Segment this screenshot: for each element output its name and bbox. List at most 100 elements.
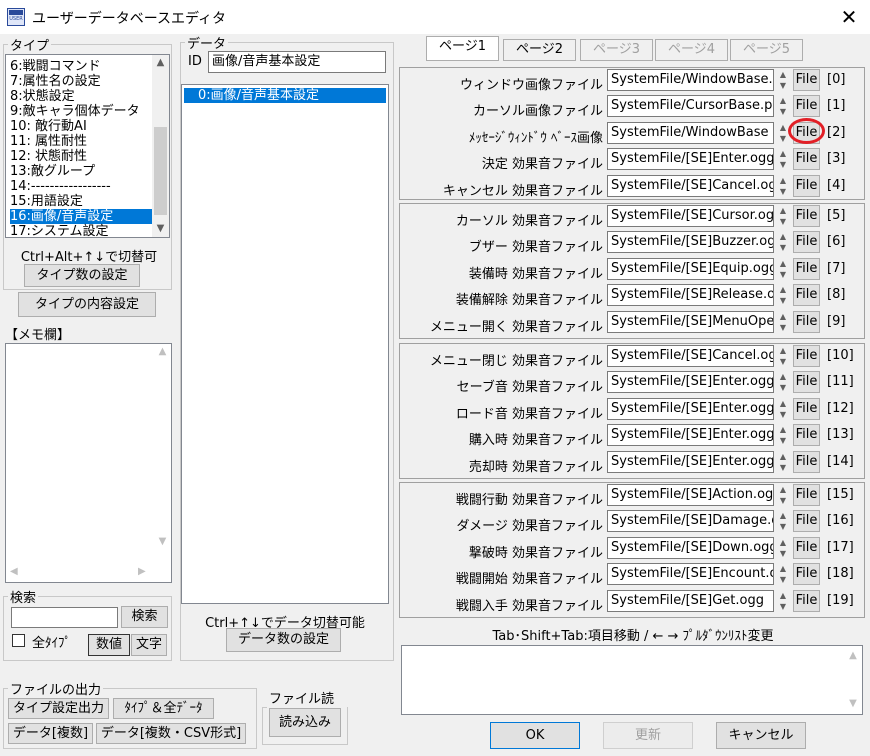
file-browse-button[interactable]: File: [793, 371, 820, 394]
file-browse-button[interactable]: File: [793, 148, 820, 171]
file-browse-button[interactable]: File: [793, 174, 820, 197]
type-list-item[interactable]: 13:敵グループ: [10, 164, 152, 179]
scroll-up-icon[interactable]: ▲: [152, 57, 169, 68]
data-count-button[interactable]: データ数の設定: [226, 628, 341, 652]
setting-value-field[interactable]: SystemFile/[SE]Enter.ogg: [607, 148, 774, 171]
spin-control[interactable]: ▲ ▼: [776, 371, 790, 393]
spin-control[interactable]: ▲ ▼: [776, 451, 790, 473]
spin-control[interactable]: ▲ ▼: [776, 148, 790, 170]
spin-down-icon[interactable]: ▼: [776, 574, 790, 585]
spin-control[interactable]: ▲ ▼: [776, 231, 790, 253]
spin-control[interactable]: ▲ ▼: [776, 424, 790, 446]
spin-down-icon[interactable]: ▼: [776, 295, 790, 306]
setting-value-field[interactable]: SystemFile/[SE]Enter.ogg: [607, 371, 774, 394]
file-browse-button[interactable]: File: [793, 397, 820, 420]
setting-value-field[interactable]: SystemFile/[SE]Down.ogg: [607, 536, 774, 559]
read-button[interactable]: 読み込み: [269, 708, 341, 737]
close-icon[interactable]: ✕: [836, 4, 862, 30]
spin-up-icon[interactable]: ▲: [776, 69, 790, 80]
spin-down-icon[interactable]: ▼: [776, 159, 790, 170]
spin-down-icon[interactable]: ▼: [776, 269, 790, 280]
search-input[interactable]: [11, 607, 118, 628]
spin-control[interactable]: ▲ ▼: [776, 205, 790, 227]
spin-up-icon[interactable]: ▲: [776, 95, 790, 106]
spin-down-icon[interactable]: ▼: [776, 216, 790, 227]
file-browse-button[interactable]: File: [793, 424, 820, 447]
type-list-item[interactable]: 14:-----------------: [10, 179, 152, 194]
file-browse-button[interactable]: File: [793, 510, 820, 533]
spin-up-icon[interactable]: ▲: [776, 311, 790, 322]
type-list-item[interactable]: 9:敵キャラ個体データ: [10, 104, 152, 119]
spin-control[interactable]: ▲ ▼: [776, 510, 790, 532]
scroll-down-icon[interactable]: ▼: [152, 223, 169, 234]
memo-textarea[interactable]: ▲ ▼ ◀ ▶: [5, 343, 172, 583]
spin-control[interactable]: ▲ ▼: [776, 563, 790, 585]
setting-value-field[interactable]: SystemFile/[SE]Get.ogg: [607, 589, 774, 612]
type-list-item[interactable]: 8:状態設定: [10, 89, 152, 104]
spin-down-icon[interactable]: ▼: [776, 495, 790, 506]
setting-value-field[interactable]: SystemFile/WindowBase: [607, 121, 774, 144]
type-listbox[interactable]: 6:戦闘コマンド 7:属性名の設定 8:状態設定 9:敵キャラ個体データ 10: 敵行動…: [5, 54, 170, 238]
type-list-item[interactable]: 15:用語設定: [10, 194, 152, 209]
spin-up-icon[interactable]: ▲: [776, 424, 790, 435]
setting-value-field[interactable]: SystemFile/WindowBase.png: [607, 69, 774, 91]
spin-up-icon[interactable]: ▲: [776, 148, 790, 159]
spin-down-icon[interactable]: ▼: [776, 322, 790, 333]
setting-value-field[interactable]: SystemFile/[SE]Enter.ogg: [607, 397, 774, 420]
spin-up-icon[interactable]: ▲: [776, 484, 790, 495]
spin-control[interactable]: ▲ ▼: [776, 398, 790, 420]
numeric-button[interactable]: 数値: [88, 634, 130, 656]
spin-control[interactable]: ▲ ▼: [776, 69, 790, 91]
spin-up-icon[interactable]: ▲: [776, 563, 790, 574]
all-types-checkbox[interactable]: [12, 634, 25, 647]
file-browse-button[interactable]: File: [793, 95, 820, 118]
spin-down-icon[interactable]: ▼: [776, 382, 790, 393]
memo-scrollbar[interactable]: ▲ ▼: [154, 344, 171, 564]
spin-up-icon[interactable]: ▲: [776, 398, 790, 409]
setting-value-field[interactable]: SystemFile/[SE]Cursor.ogg: [607, 205, 774, 227]
search-button[interactable]: 検索: [121, 606, 168, 628]
spin-down-icon[interactable]: ▼: [776, 548, 790, 559]
data-csv-output-button[interactable]: データ[複数・CSV形式]: [96, 723, 246, 744]
tab-page1[interactable]: ページ1: [426, 36, 499, 61]
type-list-item[interactable]: 11: 属性耐性: [10, 134, 152, 149]
type-list-item[interactable]: 6:戦闘コマンド: [10, 59, 152, 74]
type-list-item[interactable]: 16:画像/音声設定: [10, 209, 152, 224]
spin-up-icon[interactable]: ▲: [776, 205, 790, 216]
scroll-thumb[interactable]: [154, 127, 167, 215]
file-browse-button[interactable]: File: [793, 589, 820, 612]
type-count-button[interactable]: タイプ数の設定: [24, 264, 140, 287]
spin-down-icon[interactable]: ▼: [776, 80, 790, 91]
file-browse-button[interactable]: File: [793, 205, 820, 227]
spin-up-icon[interactable]: ▲: [776, 284, 790, 295]
spin-control[interactable]: ▲ ▼: [776, 484, 790, 506]
setting-value-field[interactable]: SystemFile/[SE]Damage.ogg: [607, 510, 774, 533]
setting-value-field[interactable]: SystemFile/[SE]Buzzer.ogg: [607, 231, 774, 254]
setting-value-field[interactable]: SystemFile/[SE]Cancel.ogg: [607, 174, 774, 197]
spin-control[interactable]: ▲ ▼: [776, 311, 790, 333]
spin-control[interactable]: ▲ ▼: [776, 537, 790, 559]
spin-control[interactable]: ▲ ▼: [776, 175, 790, 197]
file-browse-button[interactable]: File: [793, 310, 820, 333]
setting-value-field[interactable]: SystemFile/[SE]Encount.ogg: [607, 563, 774, 586]
spin-up-icon[interactable]: ▲: [776, 345, 790, 356]
file-browse-button[interactable]: File: [793, 345, 820, 367]
spin-down-icon[interactable]: ▼: [776, 186, 790, 197]
type-all-data-output-button[interactable]: ﾀｲﾌﾟ＆全ﾃﾞｰﾀ: [113, 698, 214, 719]
spin-control[interactable]: ▲ ▼: [776, 284, 790, 306]
spin-control[interactable]: ▲ ▼: [776, 345, 790, 367]
spin-down-icon[interactable]: ▼: [776, 106, 790, 117]
spin-up-icon[interactable]: ▲: [776, 590, 790, 601]
spin-down-icon[interactable]: ▼: [776, 462, 790, 473]
setting-value-field[interactable]: SystemFile/[SE]Enter.ogg: [607, 424, 774, 447]
spin-control[interactable]: ▲ ▼: [776, 258, 790, 280]
spin-up-icon[interactable]: ▲: [776, 537, 790, 548]
spin-up-icon[interactable]: ▲: [776, 175, 790, 186]
ok-button[interactable]: OK: [490, 722, 580, 749]
cancel-button[interactable]: キャンセル: [716, 722, 806, 749]
data-list-item[interactable]: 0:画像/音声基本設定: [184, 88, 386, 103]
file-browse-button[interactable]: File: [793, 563, 820, 586]
type-settings-output-button[interactable]: タイプ設定出力: [8, 698, 109, 719]
setting-value-field[interactable]: SystemFile/[SE]Enter.ogg: [607, 450, 774, 473]
data-id-input[interactable]: 画像/音声基本設定: [208, 51, 386, 73]
